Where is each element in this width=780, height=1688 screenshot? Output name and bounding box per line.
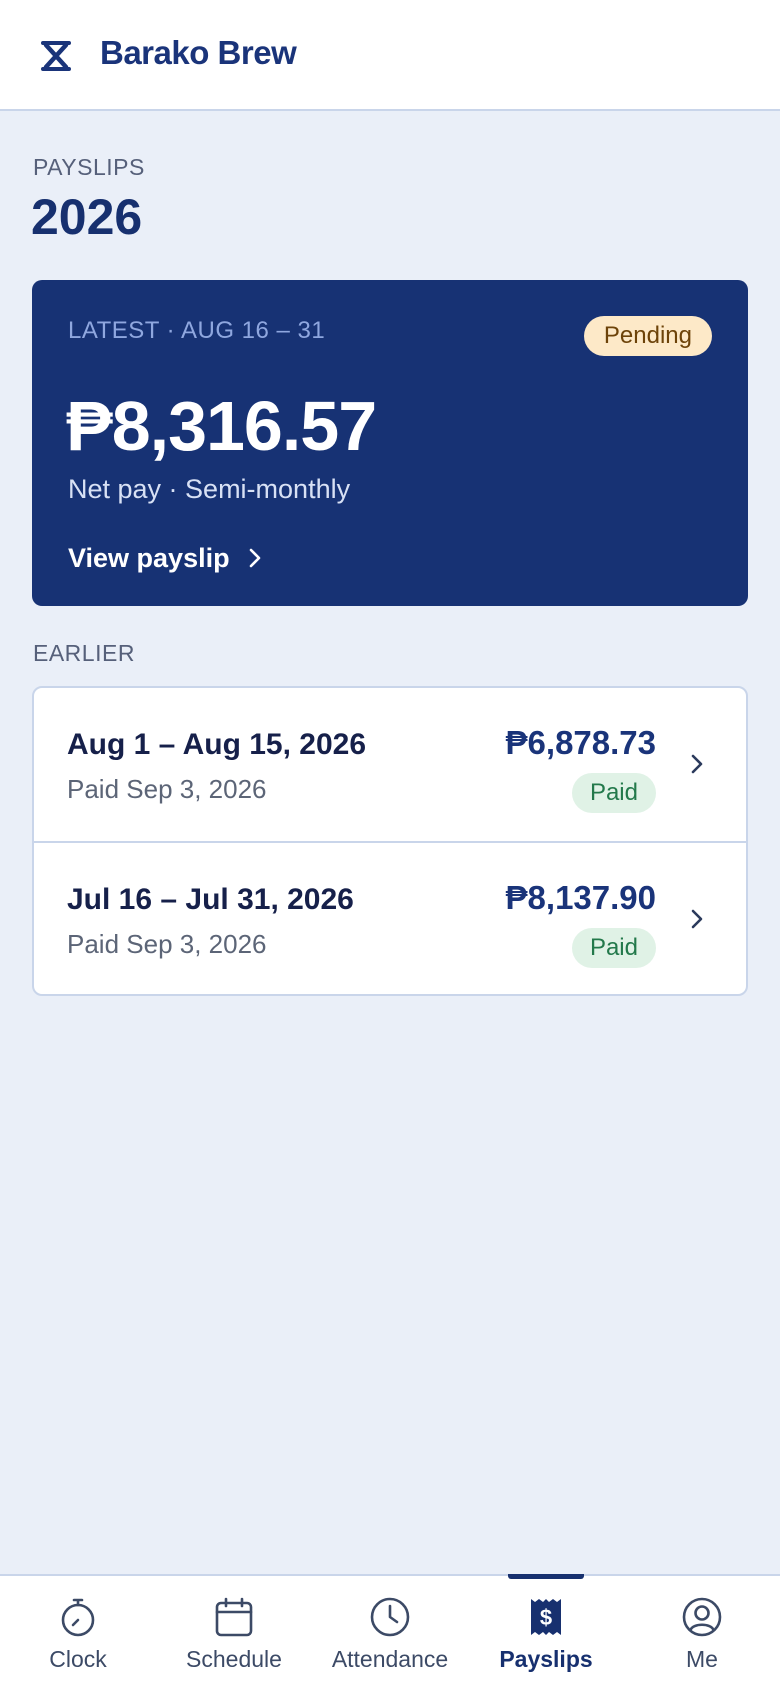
nav-item-attendance[interactable]: Attendance (312, 1576, 468, 1688)
receipt-dollar-icon: $ (531, 1599, 561, 1635)
nav-item-me[interactable]: Me (624, 1576, 780, 1688)
status-badge-paid: Paid (571, 928, 656, 968)
chevron-right-icon (249, 548, 260, 568)
net-pay-amount: ₱8,316.57 (66, 387, 377, 465)
row-paid-date: Paid Sep 3, 2026 (67, 929, 267, 959)
active-tab-indicator (508, 1574, 584, 1579)
nav-label: Payslips (499, 1646, 593, 1672)
brand-logo-icon (41, 41, 71, 71)
stopwatch-icon (61, 1598, 95, 1637)
earlier-section-label: EARLIER (33, 640, 135, 666)
row-amount: ₱6,878.73 (505, 724, 656, 761)
latest-period-label: LATEST · AUG 16 – 31 (68, 317, 326, 344)
row-amount: ₱8,137.90 (505, 879, 656, 916)
net-pay-subtitle: Net pay · Semi-monthly (68, 474, 351, 504)
status-badge-paid: Paid (571, 773, 656, 813)
chevron-right-icon (691, 754, 703, 774)
bottom-nav: Clock Schedule Attendance $ Payslips Me (0, 1574, 780, 1688)
row-period: Jul 16 – Jul 31, 2026 (67, 883, 354, 916)
payslip-row[interactable]: Aug 1 – Aug 15, 2026 Paid Sep 3, 2026 ₱6… (34, 688, 746, 841)
latest-payslip-card: LATEST · AUG 16 – 31 Pending ₱8,316.57 N… (32, 280, 748, 606)
view-payslip-button[interactable]: View payslip (68, 538, 266, 578)
status-badge-pending: Pending (583, 316, 712, 356)
nav-item-clock[interactable]: Clock (0, 1576, 156, 1688)
nav-label: Schedule (186, 1646, 282, 1672)
nav-label: Clock (49, 1646, 107, 1672)
calendar-icon (215, 1597, 253, 1637)
nav-item-schedule[interactable]: Schedule (156, 1576, 312, 1688)
chevron-right-icon (691, 909, 703, 929)
payslip-row[interactable]: Jul 16 – Jul 31, 2026 Paid Sep 3, 2026 ₱… (34, 841, 746, 994)
brand-name: Barako Brew (100, 34, 297, 71)
page-title: 2026 (31, 189, 143, 245)
nav-label: Attendance (331, 1646, 449, 1672)
earlier-payslip-list: Aug 1 – Aug 15, 2026 Paid Sep 3, 2026 ₱6… (32, 686, 748, 996)
app-header: Barako Brew (0, 0, 780, 111)
nav-label: Me (686, 1646, 718, 1672)
svg-text:$: $ (540, 1605, 552, 1630)
clock-icon (370, 1597, 410, 1637)
user-circle-icon (682, 1597, 722, 1637)
row-paid-date: Paid Sep 3, 2026 (67, 774, 267, 804)
view-payslip-label: View payslip (68, 542, 230, 573)
row-period: Aug 1 – Aug 15, 2026 (67, 728, 367, 761)
section-eyebrow: PAYSLIPS (33, 154, 145, 180)
nav-item-payslips[interactable]: $ Payslips (468, 1574, 624, 1688)
